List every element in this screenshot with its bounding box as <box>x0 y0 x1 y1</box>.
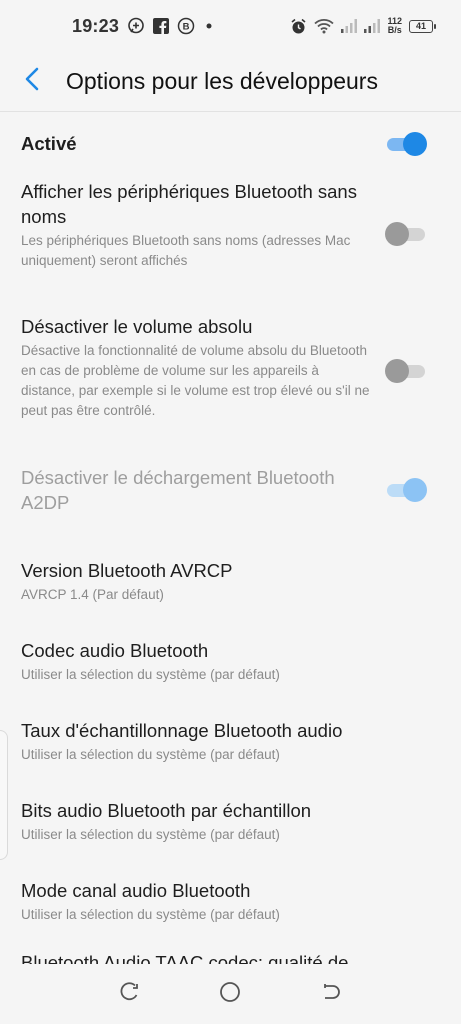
setting-subtitle: Utiliser la sélection du système (par dé… <box>21 666 280 682</box>
battery-icon: 41 <box>409 19 436 33</box>
setting-bits-per-sample[interactable]: Bits audio Bluetooth par échantillon Uti… <box>0 776 461 856</box>
status-left: 19:23 B <box>72 16 215 37</box>
disable-absolute-volume-toggle[interactable] <box>385 359 427 383</box>
setting-title: Codec audio Bluetooth <box>21 639 209 661</box>
status-right: 112 B/s 41 <box>290 17 436 35</box>
app-bar: Options pour les développeurs <box>0 52 461 112</box>
show-unnamed-bluetooth-toggle[interactable] <box>385 222 427 246</box>
setting-avrcp-version[interactable]: Version Bluetooth AVRCP AVRCP 1.4 (Par d… <box>0 536 461 616</box>
signal-1-icon <box>341 19 358 33</box>
edge-panel-handle[interactable] <box>0 730 8 860</box>
setting-subtitle: Utiliser la sélection du système (par dé… <box>21 746 280 762</box>
setting-title: Version Bluetooth AVRCP <box>21 559 233 581</box>
setting-subtitle: AVRCP 1.4 (Par défaut) <box>21 586 164 602</box>
network-speed: 112 B/s <box>387 17 402 35</box>
message-notification-icon <box>127 17 145 35</box>
disable-a2dp-offload-toggle <box>385 478 427 502</box>
signal-2-icon <box>364 19 381 33</box>
setting-channel-mode[interactable]: Mode canal audio Bluetooth Utiliser la s… <box>0 856 461 936</box>
nav-recents-icon[interactable] <box>119 981 141 1008</box>
setting-subtitle: Utiliser la sélection du système (par dé… <box>21 906 280 922</box>
setting-audio-codec[interactable]: Codec audio Bluetooth Utiliser la sélect… <box>0 616 461 696</box>
setting-title: Désactiver le déchargement Bluetooth A2D… <box>21 467 335 513</box>
settings-list: Activé Afficher les périphériques Blueto… <box>0 112 461 986</box>
enabled-toggle[interactable] <box>385 131 427 156</box>
setting-title: Bits audio Bluetooth par échantillon <box>21 799 312 821</box>
more-notifications-dot-icon <box>203 20 215 32</box>
setting-subtitle: Utiliser la sélection du système (par dé… <box>21 826 280 842</box>
nav-home-icon[interactable] <box>219 981 241 1008</box>
status-bar: 19:23 B 112 B/s 41 <box>0 0 461 52</box>
b-app-notification-icon: B <box>177 17 195 35</box>
arrow-left-icon <box>25 67 39 96</box>
setting-enabled[interactable]: Activé <box>0 112 461 175</box>
wifi-icon <box>314 18 335 34</box>
page-title: Options pour les développeurs <box>66 68 378 94</box>
setting-title: Désactiver le volume absolu <box>21 316 253 337</box>
setting-title: Afficher les périphériques Bluetooth san… <box>21 181 357 227</box>
setting-subtitle: Désactive la fonctionnalité de volume ab… <box>21 343 370 418</box>
setting-disable-absolute-volume[interactable]: Désactiver le volume absolu Désactive la… <box>0 289 461 431</box>
setting-disable-a2dp-offload: Désactiver le déchargement Bluetooth A2D… <box>0 431 461 536</box>
setting-show-unnamed-bluetooth[interactable]: Afficher les périphériques Bluetooth san… <box>0 175 461 289</box>
nav-back-icon[interactable] <box>320 981 342 1008</box>
setting-title: Mode canal audio Bluetooth <box>21 879 251 901</box>
back-button[interactable] <box>0 52 62 112</box>
network-speed-unit: B/s <box>387 25 402 35</box>
setting-title: Activé <box>21 133 77 154</box>
alarm-icon <box>290 18 307 35</box>
navigation-bar <box>0 964 461 1024</box>
status-time: 19:23 <box>72 15 120 36</box>
setting-sample-rate[interactable]: Taux d'échantillonnage Bluetooth audio U… <box>0 696 461 776</box>
setting-subtitle: Les périphériques Bluetooth sans noms (a… <box>21 233 351 268</box>
facebook-icon <box>153 18 170 34</box>
svg-text:B: B <box>183 22 190 33</box>
setting-title: Taux d'échantillonnage Bluetooth audio <box>21 719 343 741</box>
